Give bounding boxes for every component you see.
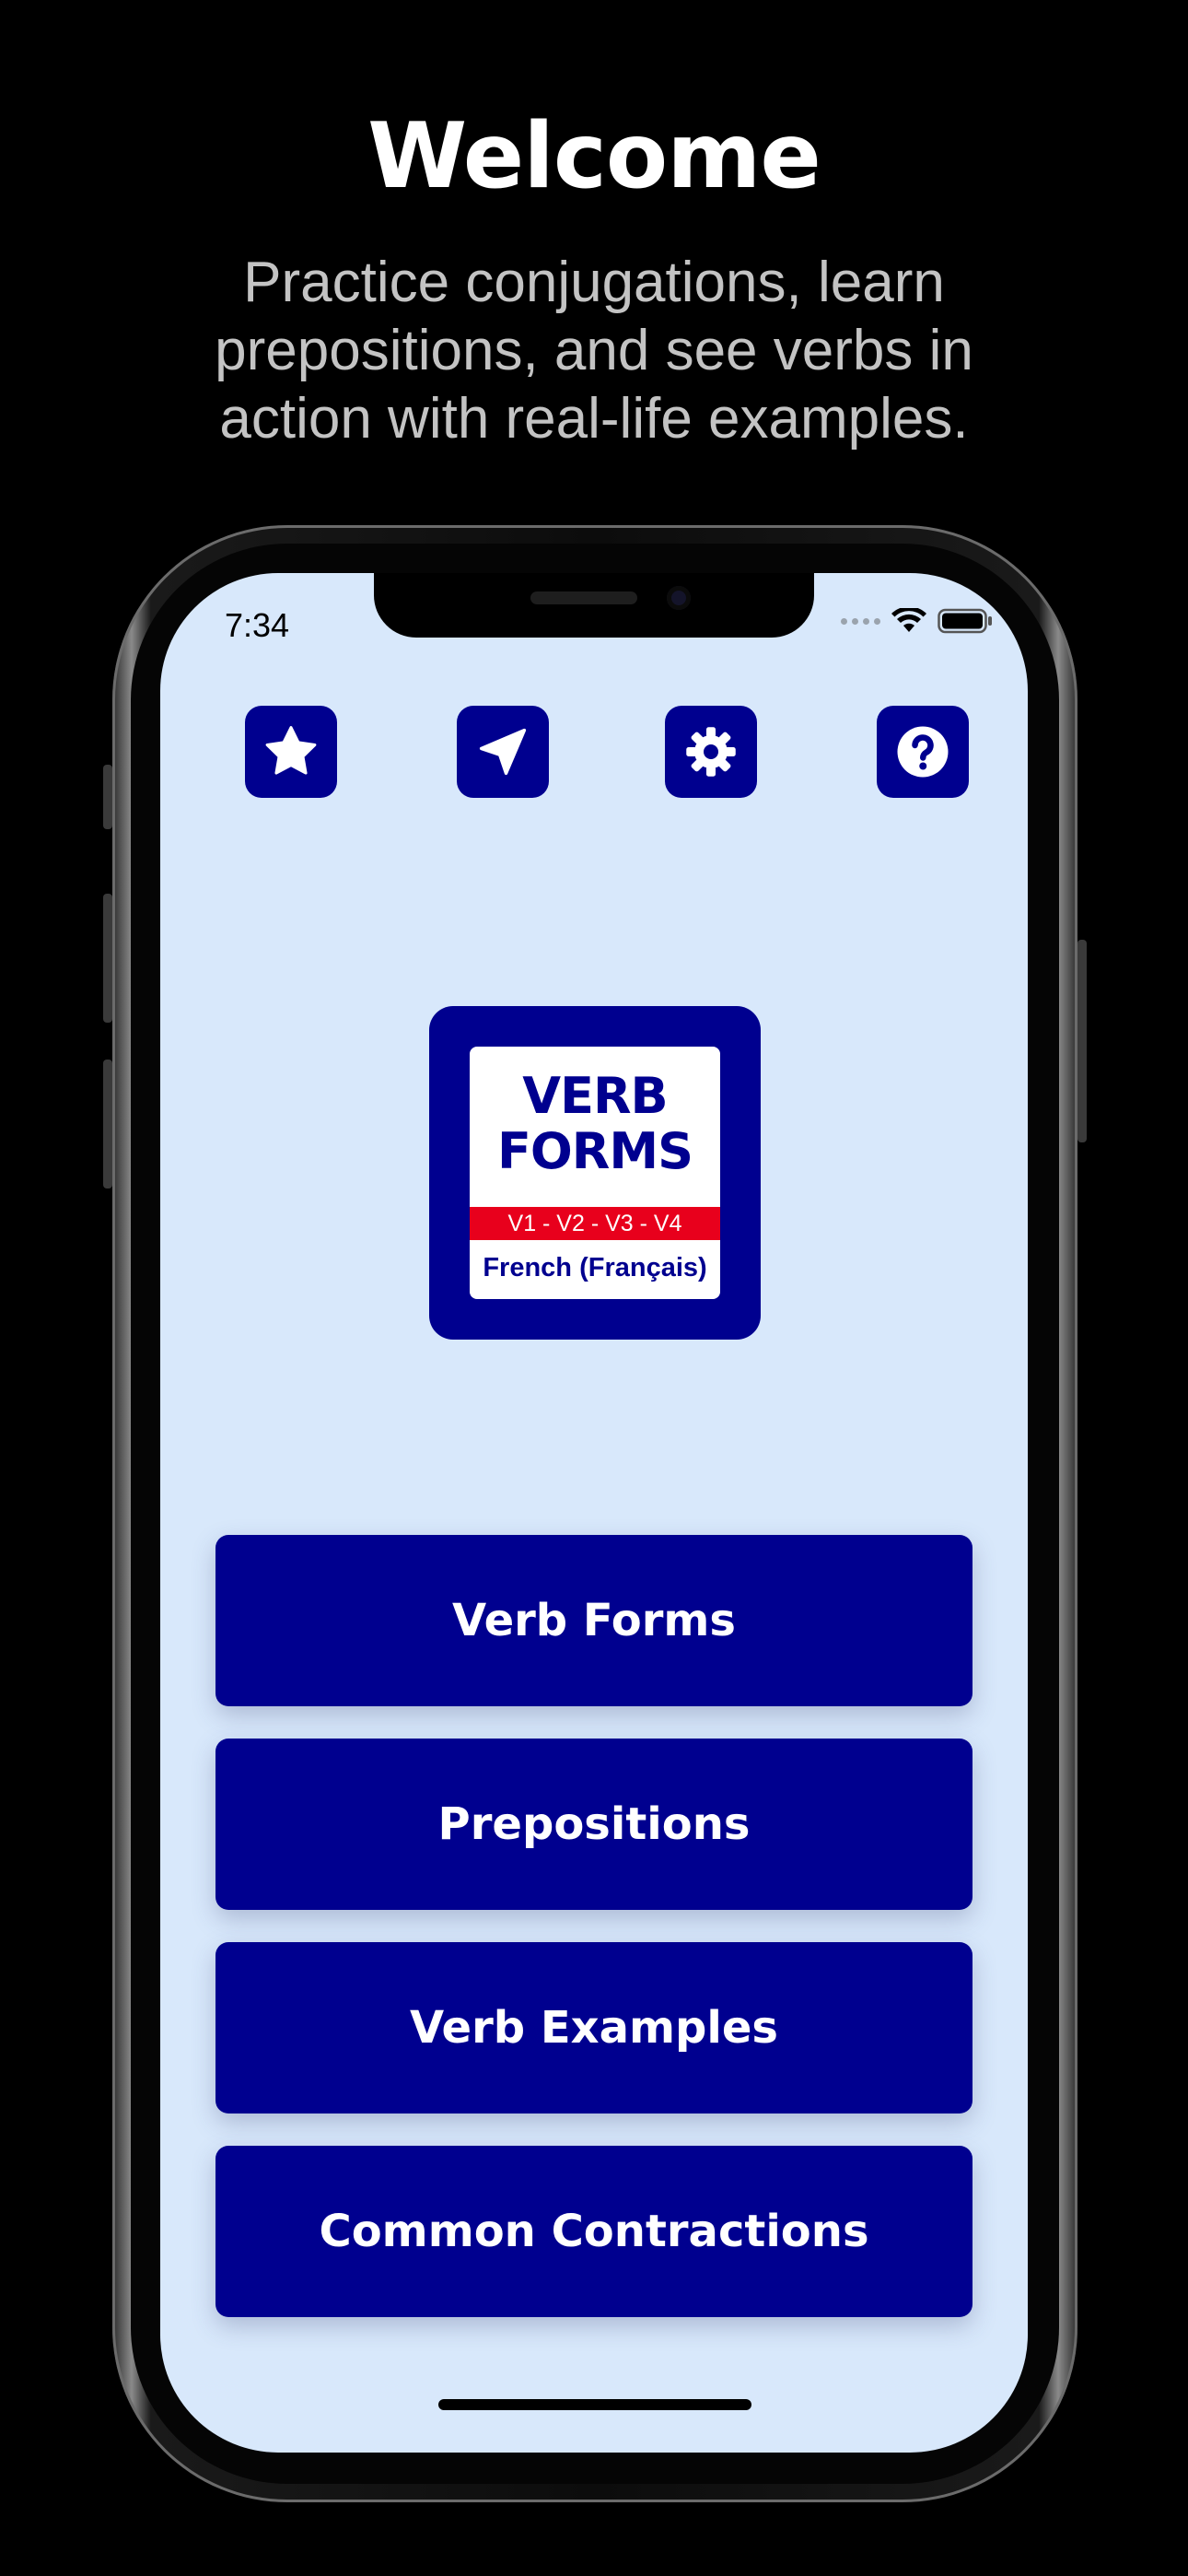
silent-switch [103, 765, 112, 829]
verb-forms-button[interactable]: Verb Forms [215, 1535, 973, 1706]
favorites-button[interactable] [245, 706, 337, 798]
speaker-grille [530, 591, 637, 604]
battery-icon [938, 608, 992, 634]
share-button[interactable] [457, 706, 549, 798]
app-logo: VERB FORMS V1 - V2 - V3 - V4 French (Fra… [429, 1006, 761, 1340]
volume-down-button [103, 1060, 112, 1188]
logo-title-line2: FORMS [496, 1122, 693, 1180]
notch [374, 573, 814, 638]
help-button[interactable] [877, 706, 969, 798]
power-button [1077, 940, 1087, 1142]
prepositions-button[interactable]: Prepositions [215, 1739, 973, 1910]
logo-title: VERB FORMS [470, 1069, 720, 1179]
star-icon [265, 726, 317, 775]
logo-title-line1: VERB [522, 1067, 668, 1125]
verb-examples-button[interactable]: Verb Examples [215, 1942, 973, 2113]
send-icon [479, 728, 527, 776]
settings-button[interactable] [665, 706, 757, 798]
status-icons [841, 608, 993, 634]
logo-language: French (Français) [483, 1253, 707, 1282]
logo-card: VERB FORMS V1 - V2 - V3 - V4 French (Fra… [470, 1047, 720, 1299]
app-screen: 7:34 VERB FORMS V1 - V2 - V3 - V4 French… [160, 573, 1028, 2453]
status-time: 7:34 [225, 606, 290, 644]
marketing-title: Welcome [367, 104, 821, 209]
logo-band: V1 - V2 - V3 - V4 [470, 1207, 720, 1240]
marketing-subtitle: Practice conjugations, learn preposition… [215, 251, 973, 451]
signal-dots-icon [841, 617, 880, 625]
wifi-icon [891, 608, 926, 632]
home-indicator[interactable] [438, 2399, 751, 2410]
common-contractions-button[interactable]: Common Contractions [215, 2146, 973, 2317]
gear-icon [686, 727, 736, 777]
help-icon [897, 726, 949, 778]
front-camera [667, 586, 691, 610]
volume-up-button [103, 894, 112, 1023]
